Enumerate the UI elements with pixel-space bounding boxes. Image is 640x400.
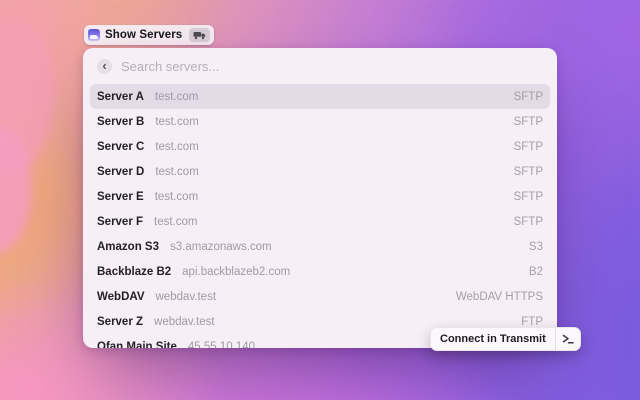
server-search-panel: ‹ Server A test.com SFTP Server B test.c… <box>83 48 557 348</box>
server-row[interactable]: Server D test.com SFTP <box>83 159 557 184</box>
server-host: webdav.test <box>156 291 217 303</box>
server-name: WebDAV <box>97 291 145 303</box>
server-host: test.com <box>155 166 198 178</box>
show-servers-button[interactable]: Show Servers <box>84 25 214 45</box>
server-host: 45.55.10.140 <box>188 341 255 349</box>
server-host: test.com <box>155 91 198 103</box>
server-row[interactable]: WebDAV webdav.test WebDAV HTTPS <box>83 284 557 309</box>
server-protocol: SFTP <box>514 91 543 103</box>
server-row[interactable]: Server C test.com SFTP <box>83 134 557 159</box>
server-protocol: S3 <box>529 241 543 253</box>
transmit-app-icon <box>88 29 100 41</box>
server-protocol: B2 <box>529 266 543 278</box>
server-name: Server A <box>97 91 144 103</box>
server-protocol: FTP <box>521 316 543 328</box>
server-host: test.com <box>155 116 198 128</box>
server-name: Server Z <box>97 316 143 328</box>
server-row[interactable]: Backblaze B2 api.backblazeb2.com B2 <box>83 259 557 284</box>
server-host: test.com <box>154 216 197 228</box>
server-name: Server E <box>97 191 144 203</box>
chevron-left-icon: ‹ <box>102 59 106 72</box>
server-name: Server C <box>97 141 144 153</box>
server-protocol: WebDAV HTTPS <box>456 291 543 303</box>
server-protocol: SFTP <box>514 141 543 153</box>
server-protocol: SFTP <box>514 166 543 178</box>
connect-action-label: Connect in Transmit <box>431 333 555 345</box>
show-servers-label: Show Servers <box>105 29 182 41</box>
server-row[interactable]: Server E test.com SFTP <box>83 184 557 209</box>
server-list: Server A test.com SFTP Server B test.com… <box>83 84 557 348</box>
search-header: ‹ <box>83 48 557 84</box>
server-row[interactable]: Server A test.com SFTP <box>90 84 550 109</box>
server-name: Server D <box>97 166 144 178</box>
server-row[interactable]: Server B test.com SFTP <box>83 109 557 134</box>
truck-icon <box>189 28 210 42</box>
server-row[interactable]: Server F test.com SFTP <box>83 209 557 234</box>
server-host: s3.amazonaws.com <box>170 241 272 253</box>
server-name: Backblaze B2 <box>97 266 171 278</box>
search-input[interactable] <box>121 59 543 74</box>
server-host: test.com <box>155 191 198 203</box>
connect-action-popover[interactable]: Connect in Transmit <box>430 327 581 351</box>
server-name: Amazon S3 <box>97 241 159 253</box>
server-host: api.backblazeb2.com <box>182 266 290 278</box>
server-protocol: SFTP <box>514 116 543 128</box>
terminal-prompt-icon <box>555 328 580 350</box>
server-protocol: SFTP <box>514 216 543 228</box>
server-name: Server F <box>97 216 143 228</box>
server-protocol: SFTP <box>514 191 543 203</box>
server-host: test.com <box>155 141 198 153</box>
server-name: Ofan Main Site <box>97 341 177 349</box>
server-row[interactable]: Amazon S3 s3.amazonaws.com S3 <box>83 234 557 259</box>
server-name: Server B <box>97 116 144 128</box>
back-button[interactable]: ‹ <box>97 59 112 74</box>
server-host: webdav.test <box>154 316 215 328</box>
